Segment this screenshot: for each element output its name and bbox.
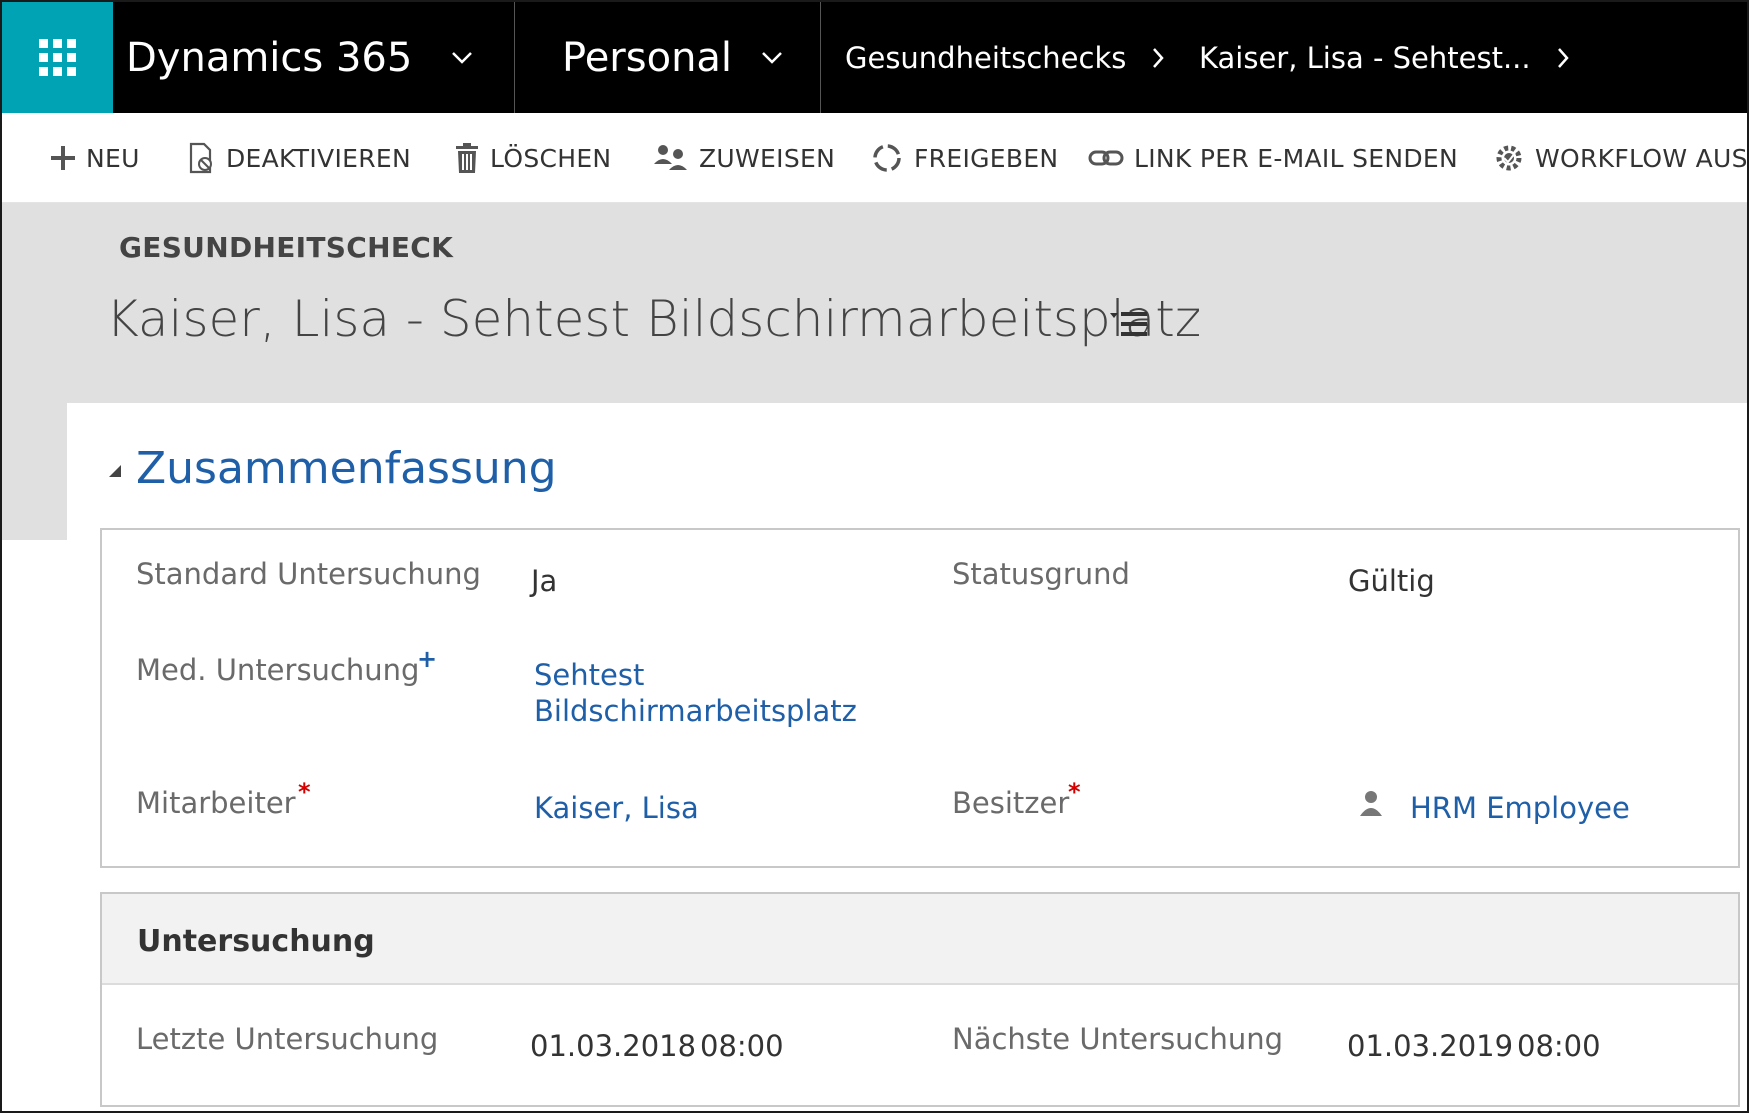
med-exam-link[interactable]: Sehtest <box>534 658 644 692</box>
status-reason-value[interactable]: Gültig <box>1348 564 1435 598</box>
breadcrumb-entity[interactable]: Gesundheitschecks <box>845 2 1126 113</box>
record-title: Kaiser, Lisa - Sehtest Bildschirmarbeits… <box>106 290 1202 348</box>
collapse-triangle-icon[interactable] <box>107 463 123 483</box>
med-exam-label: Med. Untersuchung <box>136 653 420 687</box>
app-launcher-button[interactable] <box>2 2 113 113</box>
next-exam-time[interactable]: 08:00 <box>1517 1029 1601 1063</box>
assign-button[interactable]: ZUWEISEN <box>653 113 835 203</box>
email-link-label: LINK PER E-MAIL SENDEN <box>1134 143 1458 173</box>
nav-area[interactable]: Personal <box>562 2 732 113</box>
employee-link[interactable]: Kaiser, Lisa <box>534 791 699 825</box>
breadcrumb-chevron-right-icon[interactable] <box>1555 2 1571 113</box>
status-reason-label: Statusgrund <box>952 557 1130 591</box>
area-chevron-down-icon[interactable] <box>760 2 784 113</box>
delete-button[interactable]: LÖSCHEN <box>454 113 611 203</box>
share-label: FREIGEBEN <box>914 143 1059 173</box>
next-exam-date[interactable]: 01.03.2019 <box>1347 1029 1513 1063</box>
standard-exam-value[interactable]: Ja <box>531 564 557 598</box>
assign-label: ZUWEISEN <box>699 143 836 173</box>
last-exam-time[interactable]: 08:00 <box>700 1029 784 1063</box>
app-name[interactable]: Dynamics 365 <box>126 2 412 113</box>
trash-icon <box>456 143 478 173</box>
required-indicator: * <box>1068 778 1081 806</box>
new-label: NEU <box>86 143 140 173</box>
nav-separator <box>514 2 515 113</box>
command-bar: NEU DEAKTIVIEREN LÖSCHEN ZUWEISEN FREIGE… <box>2 113 1748 203</box>
employee-label: Mitarbeiter <box>136 786 296 820</box>
share-icon <box>873 144 901 172</box>
summary-section-title[interactable]: Zusammenfassung <box>136 443 557 494</box>
workflow-icon <box>1496 145 1522 171</box>
link-icon <box>1088 150 1124 166</box>
owner-link[interactable]: HRM Employee <box>1410 791 1630 825</box>
required-indicator: * <box>298 778 311 806</box>
email-link-button[interactable]: LINK PER E-MAIL SENDEN <box>1088 113 1458 203</box>
record-menu-icon[interactable] <box>1110 310 1150 342</box>
entity-label: GESUNDHEITSCHECK <box>119 231 454 264</box>
recommended-indicator: + <box>417 645 438 673</box>
owner-label: Besitzer <box>952 786 1070 820</box>
workflow-button[interactable]: WORKFLOW AUSFÜHREN <box>1493 113 1748 203</box>
last-exam-label: Letzte Untersuchung <box>136 1022 439 1056</box>
app-window: Dynamics 365 Personal Gesundheitschecks … <box>0 0 1749 1113</box>
waffle-icon <box>39 39 76 76</box>
user-icon <box>1358 788 1384 822</box>
workflow-label: WORKFLOW AUSFÜHREN <box>1535 143 1748 173</box>
last-exam-date[interactable]: 01.03.2018 <box>530 1029 696 1063</box>
exam-section-title: Untersuchung <box>137 924 375 959</box>
standard-exam-label: Standard Untersuchung <box>136 557 481 591</box>
delete-label: LÖSCHEN <box>490 143 612 173</box>
app-chevron-down-icon[interactable] <box>450 2 474 113</box>
assign-users-icon <box>654 145 687 170</box>
nav-separator <box>820 2 821 113</box>
deactivate-button[interactable]: DEAKTIVIEREN <box>188 113 411 203</box>
med-exam-link-line2[interactable]: Bildschirmarbeitsplatz <box>534 694 857 728</box>
next-exam-label: Nächste Untersuchung <box>952 1022 1284 1056</box>
share-button[interactable]: FREIGEBEN <box>870 113 1058 203</box>
breadcrumb-record[interactable]: Kaiser, Lisa - Sehtest... <box>1199 2 1531 113</box>
breadcrumb-chevron-right-icon <box>1150 2 1166 113</box>
top-nav-bar: Dynamics 365 Personal Gesundheitschecks … <box>2 2 1747 113</box>
deactivate-label: DEAKTIVIEREN <box>226 143 411 173</box>
plus-icon <box>51 146 75 170</box>
new-button[interactable]: NEU <box>50 113 140 203</box>
deactivate-icon <box>189 142 212 174</box>
